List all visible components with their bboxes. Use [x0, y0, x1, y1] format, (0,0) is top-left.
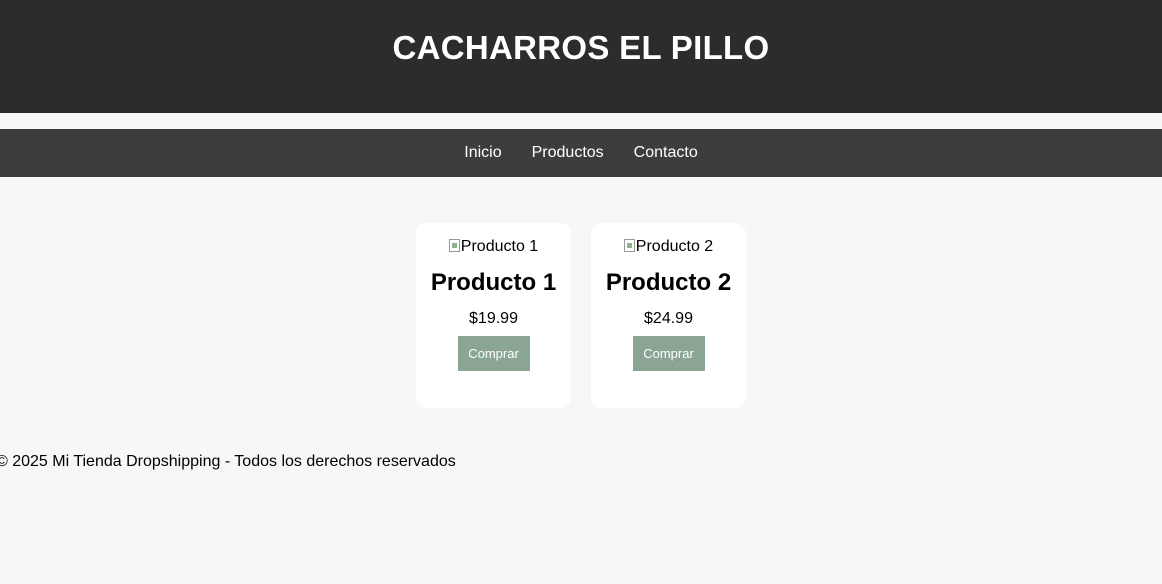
product-grid: Producto 1 Producto 1 $19.99 Comprar Pro… — [0, 223, 1162, 408]
product-price: $19.99 — [469, 310, 518, 327]
product-price: $24.99 — [644, 310, 693, 327]
product-image-alt: Producto 2 — [635, 238, 714, 255]
site-footer: © 2025 Mi Tienda Dropshipping - Todos lo… — [0, 452, 456, 472]
site-title: CACHARROS EL PILLO — [392, 28, 770, 66]
product-image: Producto 2 — [591, 237, 746, 256]
product-image-alt: Producto 1 — [460, 238, 539, 255]
nav-link-productos[interactable]: Productos — [532, 144, 604, 162]
nav-link-contacto[interactable]: Contacto — [634, 144, 698, 162]
product-card: Producto 2 Producto 2 $24.99 Comprar — [591, 223, 746, 408]
buy-button[interactable]: Comprar — [457, 336, 530, 371]
broken-image-icon — [448, 239, 460, 252]
main-nav: Inicio Productos Contacto — [0, 129, 1162, 177]
broken-image-icon — [623, 239, 635, 252]
product-card: Producto 1 Producto 1 $19.99 Comprar — [416, 223, 571, 408]
product-name: Producto 1 — [430, 269, 557, 296]
product-image: Producto 1 — [416, 237, 571, 256]
buy-button[interactable]: Comprar — [632, 336, 705, 371]
site-header: CACHARROS EL PILLO — [0, 0, 1162, 113]
footer-copyright: © 2025 Mi Tienda Dropshipping - Todos lo… — [0, 453, 456, 470]
product-name: Producto 2 — [605, 269, 732, 296]
nav-link-inicio[interactable]: Inicio — [464, 144, 501, 162]
